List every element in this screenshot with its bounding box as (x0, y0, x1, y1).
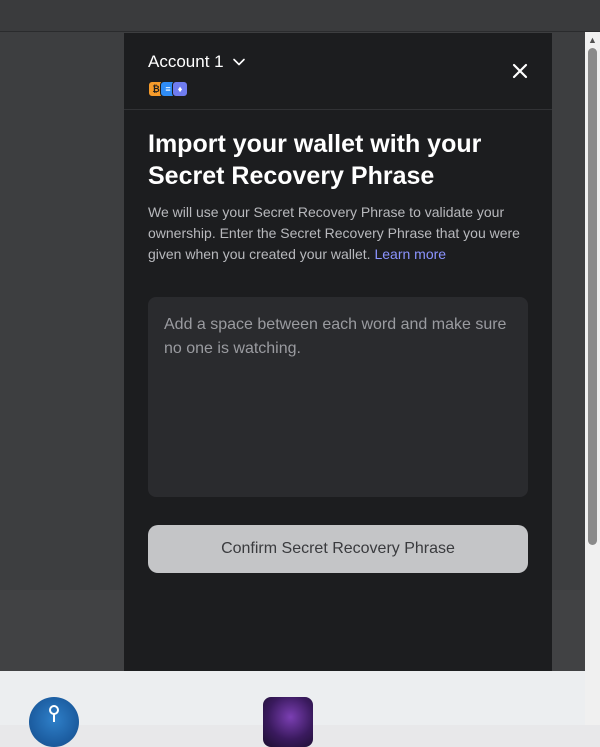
description-text: We will use your Secret Recovery Phrase … (148, 202, 528, 265)
chevron-down-icon (232, 58, 245, 66)
account-selector[interactable]: Account 1 (148, 51, 246, 73)
modal-body: Import your wallet with your Secret Reco… (124, 128, 552, 573)
import-wallet-modal: Account 1 ₿ ≡ ♦ Import your wallet with … (124, 33, 552, 671)
scrollbar-thumb[interactable] (588, 48, 597, 545)
secret-recovery-phrase-input[interactable] (148, 297, 528, 497)
account-name: Account 1 (148, 52, 224, 71)
nft-art-icon[interactable] (263, 697, 313, 747)
scroll-up-arrow-icon[interactable]: ▲ (587, 34, 598, 46)
browser-top-bar (0, 0, 600, 32)
confirm-phrase-button[interactable]: Confirm Secret Recovery Phrase (148, 525, 528, 573)
map-pin-stem (53, 714, 55, 722)
page-title: Import your wallet with your Secret Reco… (148, 130, 482, 190)
learn-more-link[interactable]: Learn more (374, 246, 446, 262)
ethereum-badge-icon: ♦ (172, 81, 188, 97)
network-badges: ₿ ≡ ♦ (148, 81, 188, 97)
close-icon[interactable] (510, 61, 530, 81)
modal-header: Account 1 ₿ ≡ ♦ (124, 33, 552, 110)
map-pin-icon[interactable] (29, 697, 79, 747)
description-body: We will use your Secret Recovery Phrase … (148, 204, 520, 262)
